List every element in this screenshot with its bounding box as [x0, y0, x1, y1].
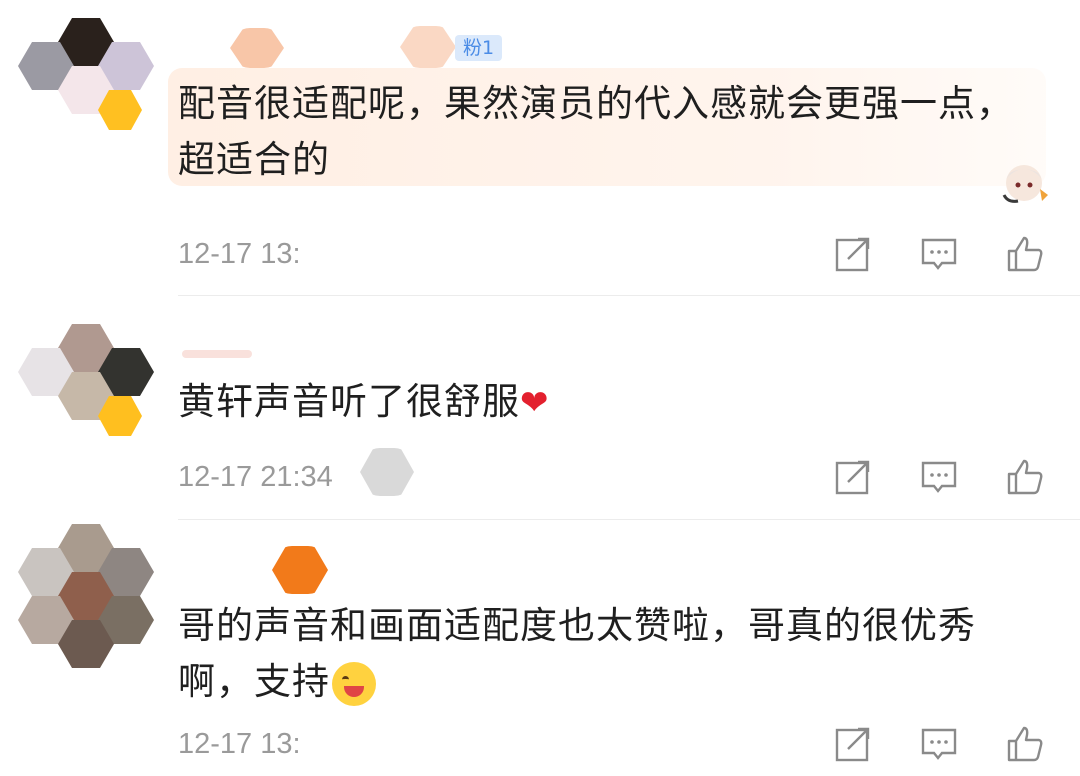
comment-text-content: 哥的声音和画面适配度也太赞啦，哥真的很优秀 啊，支持 — [178, 604, 976, 703]
comment-actions — [834, 458, 1044, 496]
share-icon[interactable] — [834, 725, 872, 763]
comment-item: 哥的声音和画面适配度也太赞啦，哥真的很优秀 啊，支持 12-17 13: — [0, 520, 1080, 776]
heart-emoji-icon: ❤ — [520, 383, 550, 423]
avatar[interactable] — [18, 324, 154, 460]
comment-text-content: 黄轩声音听了很舒服 — [178, 380, 520, 423]
comment-time: 12-17 21:34 — [178, 461, 333, 493]
comment-actions — [834, 725, 1044, 763]
comment-actions — [834, 235, 1044, 273]
fan-badge: 粉1 — [455, 35, 503, 61]
thumbs-up-icon[interactable] — [1006, 458, 1044, 496]
username-blurred[interactable] — [272, 546, 328, 594]
location-blurred — [360, 448, 414, 496]
avatar[interactable] — [18, 524, 154, 668]
comment-icon[interactable] — [920, 725, 958, 763]
comment-icon[interactable] — [920, 458, 958, 496]
comment-icon[interactable] — [920, 235, 958, 273]
comment-text: 配音很适配呢，果然演员的代入感就会更强一点， 超适合的 — [178, 82, 1014, 181]
anime-sticker-icon — [998, 155, 1050, 207]
comment-time: 12-17 13: — [178, 728, 301, 760]
thumbs-up-icon[interactable] — [1006, 725, 1044, 763]
comment-text: 哥的声音和画面适配度也太赞啦，哥真的很优秀 啊，支持 — [178, 598, 976, 710]
share-icon[interactable] — [834, 458, 872, 496]
username-blurred — [400, 26, 456, 68]
username-blurred[interactable] — [182, 350, 252, 358]
share-icon[interactable] — [834, 235, 872, 273]
avatar[interactable] — [18, 18, 154, 154]
laughing-emoji-icon — [332, 661, 376, 706]
username-blurred[interactable] — [230, 28, 284, 68]
comment-text: 黄轩声音听了很舒服❤ — [178, 374, 550, 431]
comment-time: 12-17 13: — [178, 238, 301, 270]
thumbs-up-icon[interactable] — [1006, 235, 1044, 273]
comment-item: 粉1 配音很适配呢，果然演员的代入感就会更强一点， 超适合的 12-17 13: — [0, 0, 1080, 296]
comment-item: 黄轩声音听了很舒服❤ 12-17 21:34 — [0, 296, 1080, 520]
